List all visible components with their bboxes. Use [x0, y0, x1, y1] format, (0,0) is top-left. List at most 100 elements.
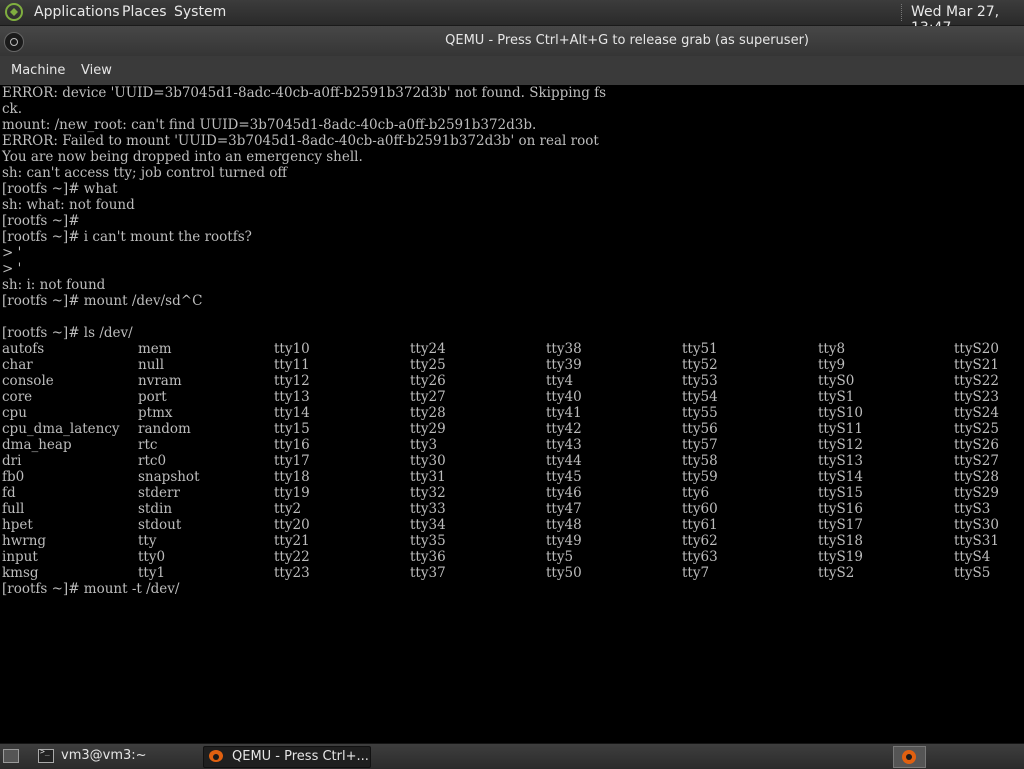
dev-entry: tty56: [682, 421, 718, 437]
console-line: [rootfs ~]#: [2, 213, 80, 229]
dev-entry: tty28: [410, 405, 446, 421]
dev-entry: ttyS2: [818, 565, 855, 581]
dev-entry: tty15: [274, 421, 310, 437]
dev-entry: ttyS30: [954, 517, 999, 533]
dev-entry: tty11: [274, 357, 310, 373]
dev-entry: tty3: [410, 437, 438, 453]
dev-entry: tty: [138, 533, 157, 549]
dev-entry: tty62: [682, 533, 718, 549]
dev-entry: hpet: [2, 517, 33, 533]
dev-entry: tty39: [546, 357, 582, 373]
dev-entry: port: [138, 389, 167, 405]
dev-entry: tty19: [274, 485, 310, 501]
dev-entry: tty23: [274, 565, 310, 581]
dev-entry: tty5: [546, 549, 574, 565]
dev-entry: tty34: [410, 517, 446, 533]
dev-entry: tty10: [274, 341, 310, 357]
console-line: [rootfs ~]# i can't mount the rootfs?: [2, 229, 252, 245]
dev-entry: tty41: [546, 405, 582, 421]
dev-entry: nvram: [138, 373, 182, 389]
taskbar-item-label: QEMU - Press Ctrl+...: [232, 749, 369, 764]
dev-entry: mem: [138, 341, 172, 357]
console-line: ck.: [2, 101, 23, 117]
dev-entry: tty54: [682, 389, 718, 405]
dev-entry: ttyS27: [954, 453, 999, 469]
dev-entry: autofs: [2, 341, 45, 357]
taskbar: vm3@vm3:~ QEMU - Press Ctrl+...: [0, 743, 1024, 769]
console-line: > ': [2, 261, 22, 277]
distro-logo-icon[interactable]: [4, 3, 24, 21]
console-line: ERROR: Failed to mount 'UUID=3b7045d1-8a…: [2, 133, 599, 149]
dev-entry: cpu_dma_latency: [2, 421, 120, 437]
dev-entry: tty52: [682, 357, 718, 373]
dev-entry: ttyS4: [954, 549, 991, 565]
dev-entry: tty44: [546, 453, 582, 469]
taskbar-item-terminal[interactable]: vm3@vm3:~: [33, 746, 198, 766]
dev-entry: tty24: [410, 341, 446, 357]
dev-entry: tty35: [410, 533, 446, 549]
dev-entry: tty40: [546, 389, 582, 405]
dev-entry: tty7: [682, 565, 710, 581]
dev-entry: tty31: [410, 469, 446, 485]
dev-entry: ttyS22: [954, 373, 999, 389]
dev-entry: tty2: [274, 501, 302, 517]
dev-entry: ttyS26: [954, 437, 999, 453]
dev-entry: tty8: [818, 341, 846, 357]
dev-entry: ttyS20: [954, 341, 999, 357]
dev-entry: tty29: [410, 421, 446, 437]
dev-entry: ttyS16: [818, 501, 863, 517]
dev-entry: tty22: [274, 549, 310, 565]
dev-entry: ttyS3: [954, 501, 991, 517]
dev-entry: stderr: [138, 485, 180, 501]
dev-entry: tty63: [682, 549, 718, 565]
dev-entry: rtc0: [138, 453, 167, 469]
dev-entry: tty53: [682, 373, 718, 389]
console-line: > ': [2, 245, 22, 261]
console-line: sh: can't access tty; job control turned…: [2, 165, 287, 181]
qemu-console[interactable]: ERROR: device 'UUID=3b7045d1-8adc-40cb-a…: [0, 85, 1024, 743]
dev-entry: tty55: [682, 405, 718, 421]
dev-entry: ttyS10: [818, 405, 863, 421]
menu-bar: Machine View: [0, 56, 1024, 86]
window-title-bar[interactable]: QEMU - Press Ctrl+Alt+G to release grab …: [0, 26, 1024, 56]
dev-entry: tty61: [682, 517, 718, 533]
dev-entry: ttyS12: [818, 437, 863, 453]
dev-entry: tty43: [546, 437, 582, 453]
dev-entry: tty59: [682, 469, 718, 485]
dev-entry: core: [2, 389, 33, 405]
dev-entry: tty16: [274, 437, 310, 453]
dev-entry: tty57: [682, 437, 718, 453]
dev-entry: ttyS29: [954, 485, 999, 501]
console-line: mount: /new_root: can't find UUID=3b7045…: [2, 117, 537, 133]
dev-entry: rtc: [138, 437, 158, 453]
dev-entry: tty26: [410, 373, 446, 389]
view-menu[interactable]: View: [81, 63, 112, 78]
dev-entry: tty4: [546, 373, 574, 389]
dev-entry: ttyS18: [818, 533, 863, 549]
dev-entry: ttyS17: [818, 517, 863, 533]
dev-entry: dri: [2, 453, 22, 469]
dev-entry: tty38: [546, 341, 582, 357]
applications-menu[interactable]: Applications: [34, 4, 120, 20]
dev-entry: tty30: [410, 453, 446, 469]
machine-menu[interactable]: Machine: [11, 63, 65, 78]
dev-entry: tty9: [818, 357, 846, 373]
dev-entry: tty51: [682, 341, 718, 357]
dev-entry: tty21: [274, 533, 310, 549]
dev-entry: char: [2, 357, 33, 373]
dev-entry: ttyS19: [818, 549, 863, 565]
dev-entry: random: [138, 421, 191, 437]
dev-entry: null: [138, 357, 165, 373]
system-menu[interactable]: System: [174, 4, 226, 20]
dev-entry: console: [2, 373, 54, 389]
console-line: [rootfs ~]# ls /dev/: [2, 325, 133, 341]
dev-entry: fb0: [2, 469, 25, 485]
taskbar-item-qemu[interactable]: QEMU - Press Ctrl+...: [203, 746, 371, 768]
console-prompt: [rootfs ~]# mount -t /dev/: [2, 581, 180, 597]
places-menu[interactable]: Places: [122, 4, 167, 20]
dev-entry: ttyS25: [954, 421, 999, 437]
dev-entry: full: [2, 501, 25, 517]
show-desktop-icon[interactable]: [3, 749, 19, 763]
tray-qemu-button[interactable]: [893, 746, 926, 768]
dev-entry: tty1: [138, 565, 166, 581]
